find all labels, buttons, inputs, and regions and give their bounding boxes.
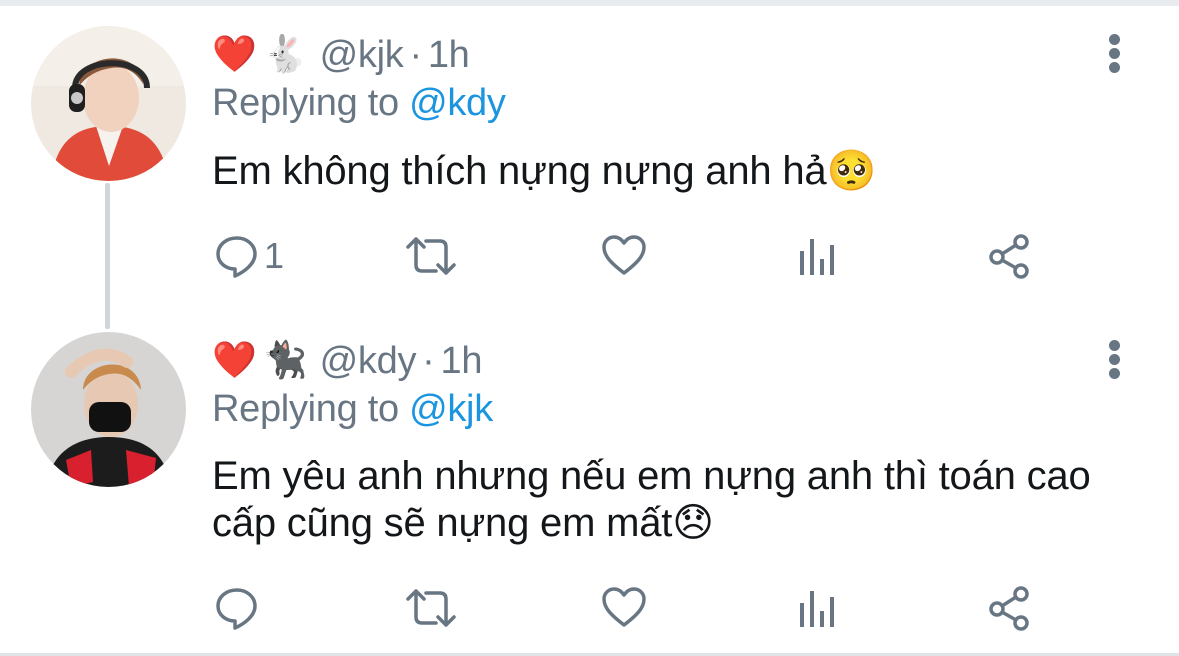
user-handle[interactable]: @kdy xyxy=(320,340,417,382)
reply-icon xyxy=(216,236,257,278)
replying-to: Replying to @kjk xyxy=(212,388,493,431)
analytics-icon xyxy=(800,591,834,627)
top-divider xyxy=(0,0,1179,6)
user-handle[interactable]: @kjk xyxy=(320,34,404,76)
separator: · xyxy=(422,339,435,382)
tweet[interactable]: ❤️ 🐈‍⬛ @kdy · 1h Replying to @kjk Em yêu a… xyxy=(0,330,1179,650)
analytics-button[interactable] xyxy=(798,232,836,280)
heart-icon xyxy=(602,235,646,275)
share-button[interactable] xyxy=(987,232,1033,280)
share-button[interactable] xyxy=(987,584,1033,632)
timestamp[interactable]: 1h xyxy=(441,340,483,382)
replying-prefix: Replying to xyxy=(212,82,399,124)
avatar-image xyxy=(31,26,186,181)
tweet-actions: 1 xyxy=(0,232,1179,280)
tweet-header: ❤️ 🐇 @kjk · 1h xyxy=(212,27,470,83)
retweet-icon xyxy=(406,237,456,275)
share-icon xyxy=(989,234,1029,279)
name-emoji: 🐇 xyxy=(262,34,308,75)
analytics-icon xyxy=(800,239,834,275)
heart-icon xyxy=(602,587,646,627)
separator: · xyxy=(409,33,422,76)
reply-icon xyxy=(216,588,257,630)
tweet-header: ❤️ 🐈‍⬛ @kdy · 1h xyxy=(212,333,483,389)
tweet-actions xyxy=(0,584,1179,632)
reply-button[interactable]: 1 xyxy=(214,232,284,280)
retweet-button[interactable] xyxy=(404,232,458,280)
name-emoji: ❤️ xyxy=(212,340,257,381)
tweet-text: Em không thích nựng nựng anh hả🥺 xyxy=(212,149,877,193)
more-vertical-icon[interactable] xyxy=(1104,34,1126,74)
replying-prefix: Replying to xyxy=(212,388,399,430)
name-emoji: ❤️ xyxy=(212,34,257,75)
avatar[interactable] xyxy=(31,332,186,487)
tweet-text: Em yêu anh nhưng nếu em nựng anh thì toá… xyxy=(212,454,1091,545)
tweet[interactable]: ❤️ 🐇 @kjk · 1h Replying to @kdy Em không t… xyxy=(0,24,1179,314)
like-button[interactable] xyxy=(601,584,647,632)
retweet-button[interactable] xyxy=(404,584,458,632)
share-icon xyxy=(989,586,1029,631)
mention-link[interactable]: @kjk xyxy=(409,388,493,430)
reply-button[interactable] xyxy=(214,584,264,632)
avatar-image xyxy=(31,332,186,487)
name-emoji: 🐈‍⬛ xyxy=(262,340,308,381)
like-button[interactable] xyxy=(601,232,647,280)
timestamp[interactable]: 1h xyxy=(428,34,470,76)
analytics-button[interactable] xyxy=(798,584,836,632)
avatar[interactable] xyxy=(31,26,186,181)
more-vertical-icon[interactable] xyxy=(1104,340,1126,380)
reply-count: 1 xyxy=(264,235,285,276)
mention-link[interactable]: @kdy xyxy=(409,82,506,124)
replying-to: Replying to @kdy xyxy=(212,82,506,125)
retweet-icon xyxy=(406,589,456,627)
